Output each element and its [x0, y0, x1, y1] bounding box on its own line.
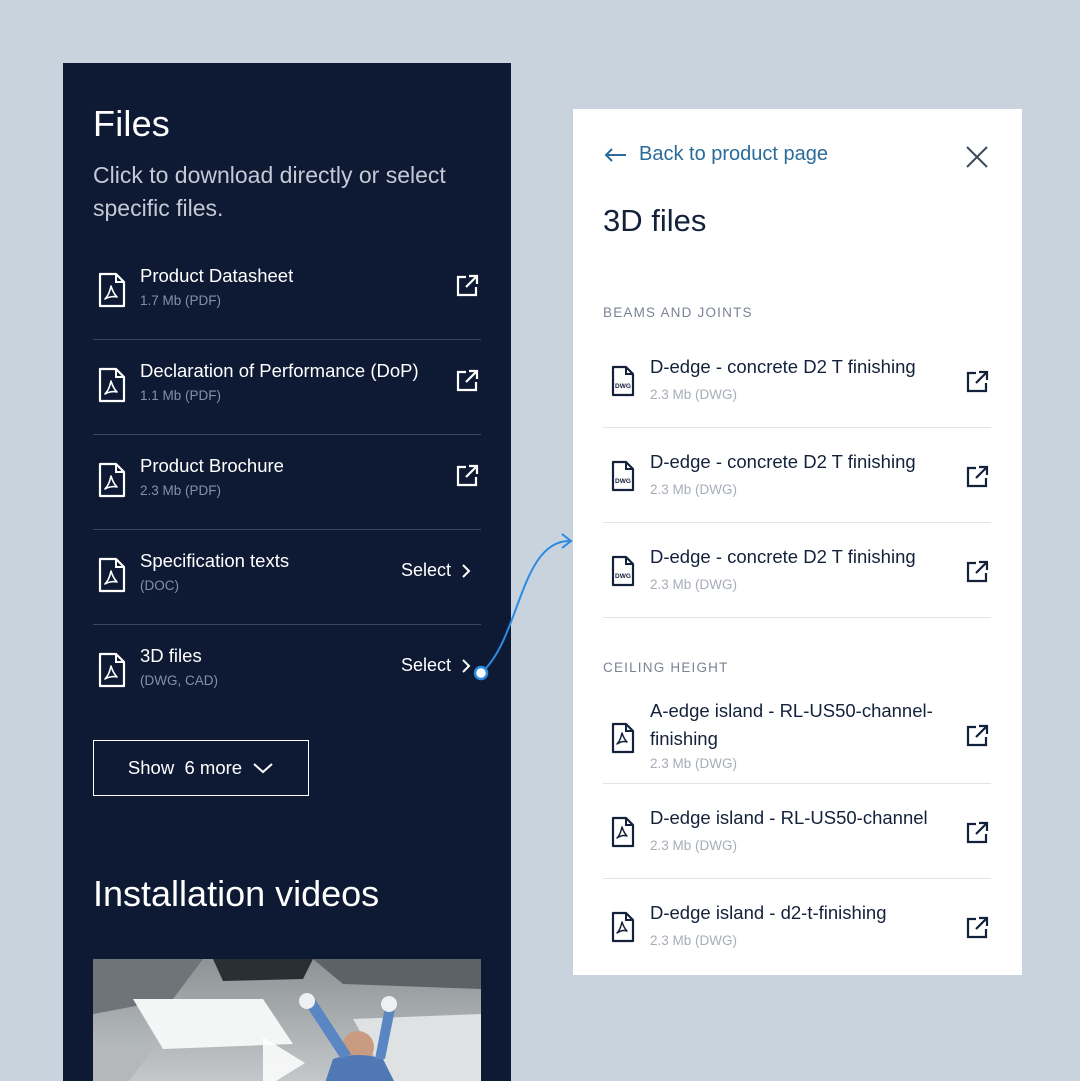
pdf-file-icon — [98, 272, 126, 308]
svg-text:DWG: DWG — [615, 478, 631, 485]
file-row-declaration-of-performance[interactable]: Declaration of Performance (DoP) 1.1 Mb … — [93, 340, 481, 435]
pdf-file-icon — [611, 722, 635, 754]
pdf-file-icon — [611, 816, 635, 848]
file-name: Product Datasheet — [140, 265, 294, 286]
file-meta: (DOC) — [140, 578, 179, 593]
pdf-file-icon — [98, 652, 126, 688]
select-button[interactable]: Select — [401, 560, 471, 581]
file-row-product-brochure[interactable]: Product Brochure 2.3 Mb (PDF) — [93, 435, 481, 530]
pdf-file-icon — [611, 911, 635, 943]
file-row-3d-files[interactable]: 3D files (DWG, CAD) Select — [93, 625, 481, 720]
show-more-button[interactable]: Show 6 more — [93, 740, 309, 796]
back-link[interactable]: Back to product page — [603, 143, 828, 166]
pdf-file-icon — [98, 367, 126, 403]
video-thumbnail[interactable] — [93, 959, 481, 1081]
external-link-icon[interactable] — [455, 274, 479, 298]
svg-text:DWG: DWG — [615, 573, 631, 580]
file-name: D-edge - concrete D2 T finishing — [650, 356, 916, 377]
external-link-icon[interactable] — [455, 464, 479, 488]
close-icon[interactable] — [965, 145, 989, 169]
chevron-down-icon — [253, 763, 273, 774]
file-meta: 2.3 Mb (DWG) — [650, 387, 738, 402]
file-meta: 2.3 Mb (DWG) — [650, 838, 738, 853]
file-name: Declaration of Performance (DoP) — [140, 360, 419, 381]
drawer-title: 3D files — [603, 203, 707, 238]
file-meta: 2.3 Mb (PDF) — [140, 483, 222, 498]
file-name: D-edge island - RL-US50-channel — [650, 807, 928, 828]
chevron-right-icon — [462, 563, 471, 578]
section-heading-beams-and-joints: BEAMS AND JOINTS — [603, 305, 753, 320]
file-meta: 2.3 Mb (DWG) — [650, 482, 738, 497]
file-meta: 1.1 Mb (PDF) — [140, 388, 222, 403]
external-link-icon[interactable] — [455, 369, 479, 393]
installation-videos-title: Installation videos — [93, 873, 380, 914]
external-link-icon[interactable] — [965, 465, 989, 489]
3d-files-drawer: Back to product page 3D files BEAMS AND … — [573, 109, 1022, 975]
file-name: Specification texts — [140, 550, 290, 571]
list-item[interactable]: DWG D-edge - concrete D2 T finishing 2.3… — [603, 523, 991, 618]
external-link-icon[interactable] — [965, 370, 989, 394]
external-link-icon[interactable] — [965, 916, 989, 940]
file-row-product-datasheet[interactable]: Product Datasheet 1.7 Mb (PDF) — [93, 245, 481, 340]
file-name: D-edge - concrete D2 T finishing — [650, 451, 916, 472]
file-meta: 1.7 Mb (PDF) — [140, 293, 222, 308]
chevron-right-icon — [462, 658, 471, 673]
file-meta: 2.3 Mb (DWG) — [650, 933, 738, 948]
section-heading-ceiling-height: CEILING HEIGHT — [603, 660, 729, 675]
show-more-label: Show 6 more — [127, 757, 243, 778]
dwg-file-icon: DWG — [611, 555, 635, 587]
file-name: A-edge island - RL-US50-channel-finishin… — [650, 700, 933, 749]
arrow-left-icon — [604, 147, 626, 162]
file-row-specification-texts[interactable]: Specification texts (DOC) Select — [93, 530, 481, 625]
file-name: D-edge - concrete D2 T finishing — [650, 546, 916, 567]
select-label: Select — [400, 655, 451, 675]
video-preview-image — [93, 959, 481, 1081]
file-name: D-edge island - d2-t-finishing — [650, 902, 887, 923]
list-item[interactable]: A-edge island - RL-US50-channel-finishin… — [603, 689, 991, 784]
select-button[interactable]: Select — [401, 655, 471, 676]
file-meta: (DWG, CAD) — [140, 673, 218, 688]
back-link-label: Back to product page — [639, 143, 829, 165]
pdf-file-icon — [98, 462, 126, 498]
pdf-file-icon — [98, 557, 126, 593]
files-panel: Files Click to download directly or sele… — [63, 63, 511, 1081]
external-link-icon[interactable] — [965, 560, 989, 584]
dwg-file-icon: DWG — [611, 365, 635, 397]
file-meta: 2.3 Mb (DWG) — [650, 577, 738, 592]
file-name: Product Brochure — [140, 455, 284, 476]
list-item[interactable]: DWG D-edge - concrete D2 T finishing 2.3… — [603, 333, 991, 428]
external-link-icon[interactable] — [965, 724, 989, 748]
files-title: Files — [93, 103, 171, 144]
svg-text:DWG: DWG — [615, 383, 631, 390]
list-item[interactable]: D-edge island - RL-US50-channel 2.3 Mb (… — [603, 784, 991, 879]
list-item[interactable]: D-edge island - d2-t-finishing 2.3 Mb (D… — [603, 879, 991, 974]
file-name: 3D files — [140, 645, 202, 666]
list-item[interactable]: DWG D-edge - concrete D2 T finishing 2.3… — [603, 428, 991, 523]
select-label: Select — [400, 560, 451, 580]
external-link-icon[interactable] — [965, 821, 989, 845]
files-subtitle: Click to download directly or select spe… — [93, 162, 446, 221]
dwg-file-icon: DWG — [611, 460, 635, 492]
file-meta: 2.3 Mb (DWG) — [650, 756, 738, 771]
